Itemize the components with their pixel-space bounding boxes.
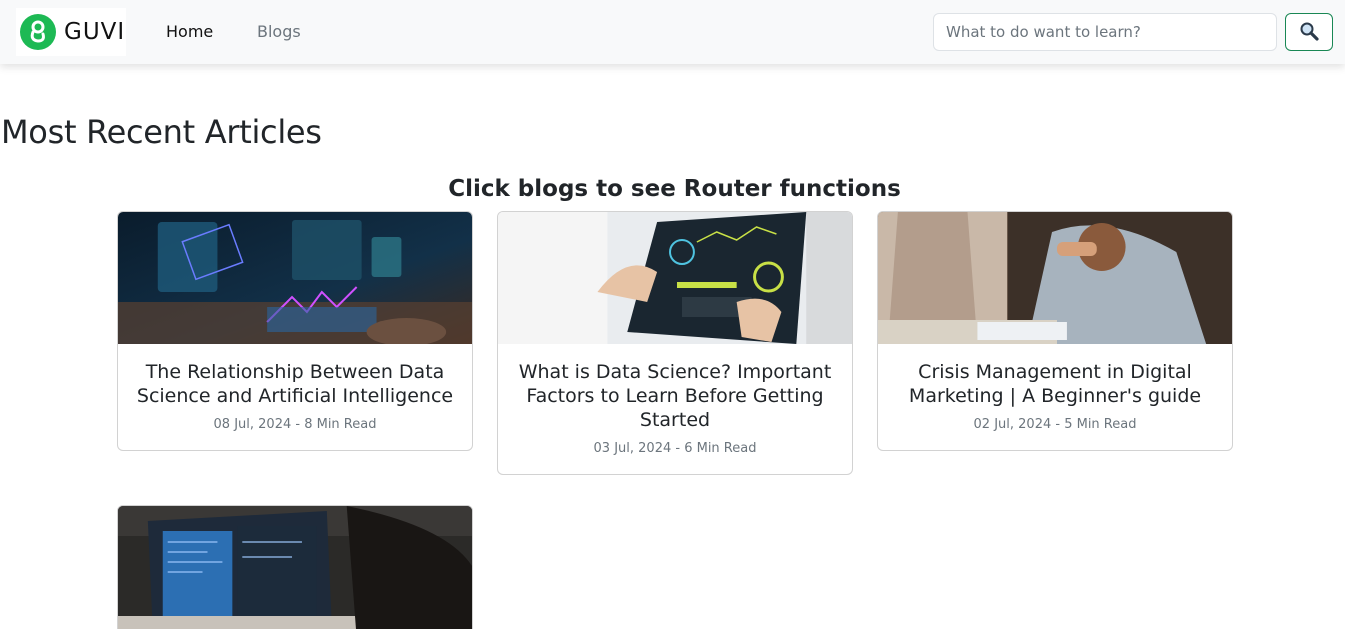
nav-home-link[interactable]: Home [166, 22, 213, 41]
guvi-logo-icon [20, 14, 56, 50]
article-title: The Relationship Between Data Science an… [136, 361, 454, 407]
article-meta: 02 Jul, 2024 - 5 Min Read [973, 417, 1137, 432]
article-meta: 08 Jul, 2024 - 8 Min Read [213, 417, 377, 432]
brand-logo-link[interactable]: GUVI [16, 8, 126, 56]
top-navbar: GUVI Home Blogs [0, 0, 1345, 64]
page-title: Most Recent Articles [1, 113, 322, 151]
search-icon [1299, 21, 1319, 44]
article-title: What is Data Science? Important Factors … [518, 361, 832, 431]
article-title: Crisis Management in Digital Marketing |… [908, 361, 1202, 407]
article-card[interactable] [117, 505, 473, 629]
article-thumbnail-laptop-code [118, 506, 472, 629]
search-input[interactable] [933, 13, 1277, 51]
nav-blogs-link[interactable]: Blogs [257, 22, 301, 41]
article-card[interactable]: Crisis Management in Digital Marketing |… [877, 211, 1233, 451]
article-card[interactable]: The Relationship Between Data Science an… [117, 211, 473, 451]
article-thumbnail-tablet-dashboard [498, 212, 852, 344]
article-thumbnail-laptop-ai [118, 212, 472, 344]
article-thumbnail-stressed-man [878, 212, 1232, 344]
search-button[interactable] [1285, 13, 1333, 51]
brand-name: GUVI [64, 19, 126, 45]
article-card[interactable]: What is Data Science? Important Factors … [497, 211, 853, 475]
article-meta: 03 Jul, 2024 - 6 Min Read [593, 441, 757, 456]
page-subtitle: Click blogs to see Router functions [448, 176, 901, 202]
